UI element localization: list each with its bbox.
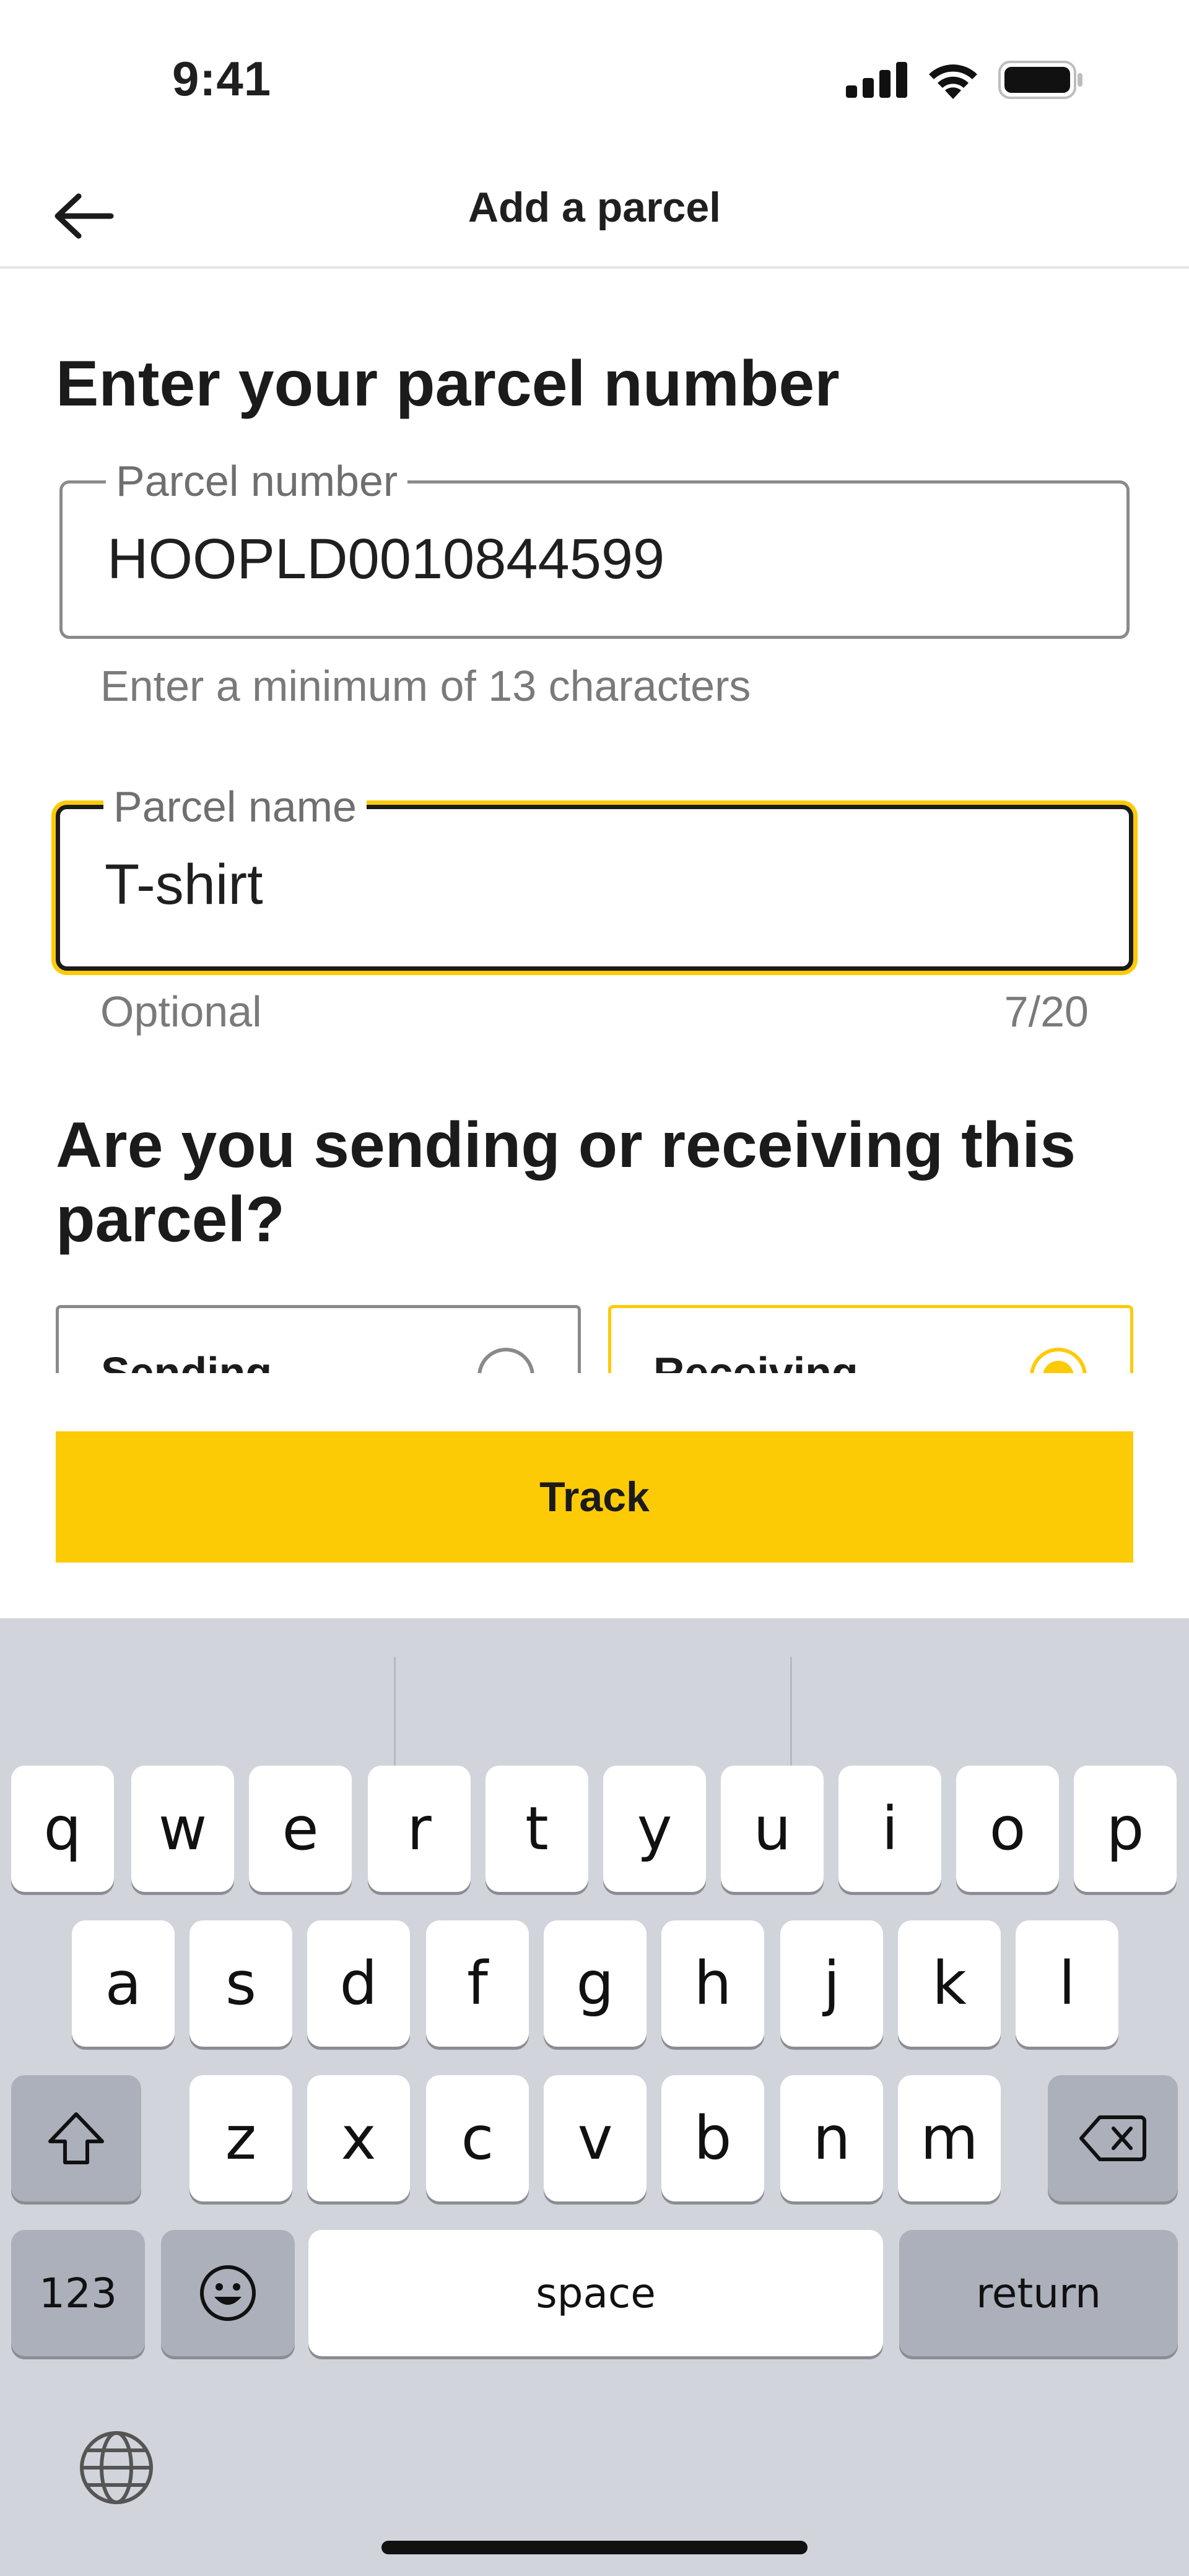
option-receiving[interactable]: Receiving <box>608 1305 1133 1373</box>
key-w[interactable]: w <box>131 1766 234 1892</box>
key-b[interactable]: b <box>661 2075 764 2201</box>
return-key[interactable]: return <box>899 2230 1178 2356</box>
key-f[interactable]: f <box>426 1920 529 2047</box>
track-button[interactable]: Track <box>56 1431 1133 1563</box>
option-receiving-label: Receiving <box>653 1348 858 1373</box>
key-u[interactable]: u <box>721 1766 824 1892</box>
radio-unselected-icon[interactable] <box>477 1348 534 1373</box>
space-key[interactable]: space <box>308 2230 883 2356</box>
parcel-number-helper: Enter a minimum of 13 characters <box>100 662 751 710</box>
shift-key[interactable] <box>11 2075 141 2201</box>
key-n[interactable]: n <box>780 2075 883 2201</box>
direction-heading-line2: parcel? <box>56 1184 285 1255</box>
parcel-name-field[interactable]: Parcel name T-shirt <box>56 782 1133 971</box>
character-counter: 7/20 <box>1004 987 1089 1036</box>
shift-icon <box>48 2112 104 2164</box>
key-g[interactable]: g <box>544 1920 647 2047</box>
parcel-number-heading: Enter your parcel number <box>56 348 840 420</box>
key-o[interactable]: o <box>956 1766 1059 1892</box>
key-z[interactable]: z <box>189 2075 292 2201</box>
direction-options: Sending Receiving <box>0 1300 1189 1373</box>
key-d[interactable]: d <box>307 1920 410 2047</box>
onscreen-keyboard: q w e r t y u i o p a s d f g h j k l z … <box>0 1618 1189 2576</box>
status-time: 9:41 <box>172 51 272 106</box>
key-q[interactable]: q <box>11 1766 114 1892</box>
key-m[interactable]: m <box>898 2075 1001 2201</box>
wifi-icon <box>929 64 977 99</box>
key-a[interactable]: a <box>72 1920 175 2047</box>
parcel-name-helper: Optional <box>100 987 262 1036</box>
key-h[interactable]: h <box>661 1920 764 2047</box>
parcel-number-field[interactable]: Parcel number HOOPLD0010844599 <box>59 456 1130 639</box>
option-sending[interactable]: Sending <box>56 1305 581 1373</box>
numbers-key[interactable]: 123 <box>11 2230 145 2356</box>
key-j[interactable]: j <box>780 1920 883 2047</box>
cellular-signal-icon <box>846 62 907 98</box>
key-x[interactable]: x <box>307 2075 410 2201</box>
key-v[interactable]: v <box>544 2075 647 2201</box>
direction-heading-line1: Are you sending or receiving this <box>56 1109 1076 1181</box>
backspace-icon <box>1079 2115 1146 2161</box>
status-bar: 9:41 <box>0 0 1189 155</box>
suggestion-divider <box>394 1657 396 1774</box>
key-s[interactable]: s <box>189 1920 292 2047</box>
home-indicator <box>381 2541 808 2554</box>
suggestion-divider <box>790 1657 792 1774</box>
key-k[interactable]: k <box>898 1920 1001 2047</box>
parcel-name-value[interactable]: T-shirt <box>105 852 263 917</box>
globe-icon[interactable] <box>77 2428 156 2507</box>
radio-selected-icon[interactable] <box>1030 1348 1087 1373</box>
direction-heading: Are you sending or receiving this parcel… <box>56 1108 1076 1257</box>
battery-icon <box>998 61 1082 99</box>
key-e[interactable]: e <box>249 1766 352 1892</box>
key-i[interactable]: i <box>838 1766 941 1892</box>
parcel-number-label: Parcel number <box>106 456 408 506</box>
status-icons <box>846 61 1084 99</box>
app-header: Add a parcel <box>0 155 1189 269</box>
key-p[interactable]: p <box>1074 1766 1177 1892</box>
option-sending-label: Sending <box>101 1348 272 1373</box>
parcel-name-label: Parcel name <box>103 782 367 831</box>
key-l[interactable]: l <box>1016 1920 1118 2047</box>
emoji-key[interactable] <box>161 2230 295 2356</box>
emoji-icon <box>200 2265 256 2321</box>
key-r[interactable]: r <box>368 1766 471 1892</box>
delete-key[interactable] <box>1048 2075 1178 2201</box>
key-c[interactable]: c <box>426 2075 529 2201</box>
parcel-number-value[interactable]: HOOPLD0010844599 <box>107 527 664 592</box>
key-y[interactable]: y <box>603 1766 706 1892</box>
page-title: Add a parcel <box>468 184 721 231</box>
key-t[interactable]: t <box>486 1766 588 1892</box>
